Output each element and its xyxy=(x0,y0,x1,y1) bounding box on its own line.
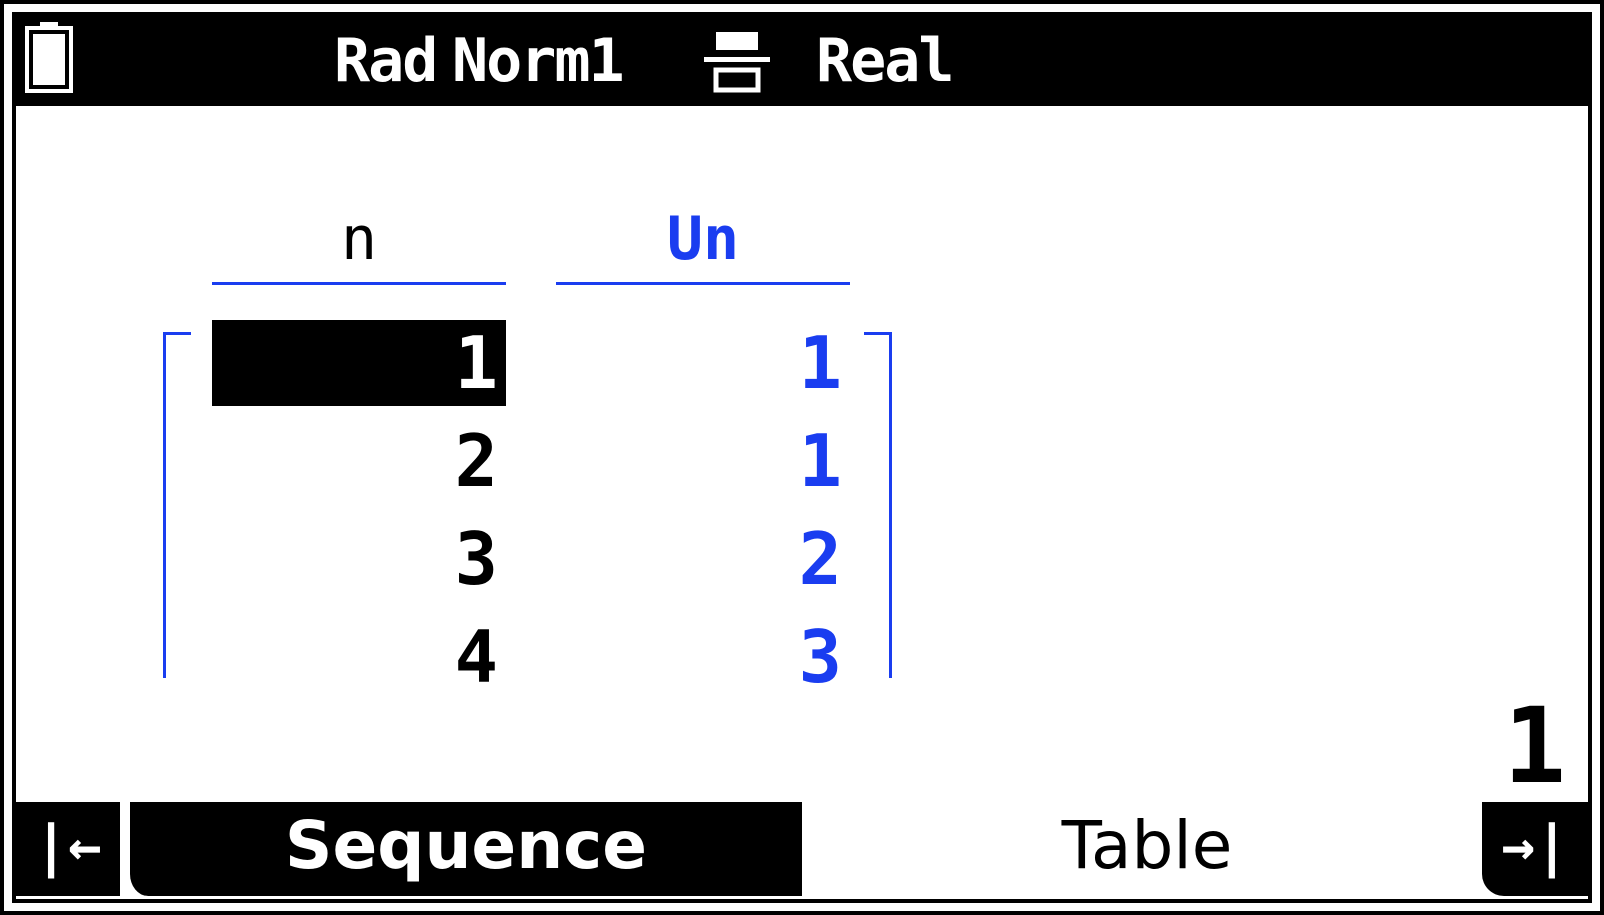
column-underline-un xyxy=(556,282,850,285)
column-header-un[interactable]: Un xyxy=(556,208,850,278)
table-cell-un[interactable]: 1 xyxy=(556,320,850,406)
table-cell-n[interactable]: 4 xyxy=(212,614,506,700)
scroll-right-button[interactable]: →| xyxy=(1482,802,1588,896)
table-row: 1 1 xyxy=(212,320,852,406)
battery-icon xyxy=(25,22,73,93)
table-cell-un[interactable]: 1 xyxy=(556,418,850,504)
function-key-bar: |← Sequence Table →| xyxy=(16,802,1588,896)
complex-mode-indicator: Real xyxy=(816,26,954,96)
cursor-value-display: 1 xyxy=(1503,685,1566,807)
column-underline-n xyxy=(212,282,506,285)
table-cell-un[interactable]: 3 xyxy=(556,614,850,700)
table-cell-n[interactable]: 3 xyxy=(212,516,506,602)
table-cell-un[interactable]: 2 xyxy=(556,516,850,602)
tab-table[interactable]: Table xyxy=(802,802,1492,896)
display-mode-indicator: Norm1 xyxy=(452,26,625,96)
fraction-format-icon xyxy=(704,32,770,93)
angle-mode-indicator: Rad xyxy=(334,26,438,96)
matrix-bracket-left xyxy=(163,332,191,678)
table-row: 4 3 xyxy=(212,614,852,700)
table-cell-n[interactable]: 1 xyxy=(212,320,506,406)
tab-sequence[interactable]: Sequence xyxy=(126,802,802,896)
table-cell-n[interactable]: 2 xyxy=(212,418,506,504)
table-row: 2 1 xyxy=(212,418,852,504)
column-header-n[interactable]: n xyxy=(212,208,506,278)
table-row: 3 2 xyxy=(212,516,852,602)
status-bar: Rad Norm1 Real xyxy=(16,16,1588,106)
matrix-bracket-right xyxy=(864,332,892,678)
scroll-left-button[interactable]: |← xyxy=(16,802,120,896)
